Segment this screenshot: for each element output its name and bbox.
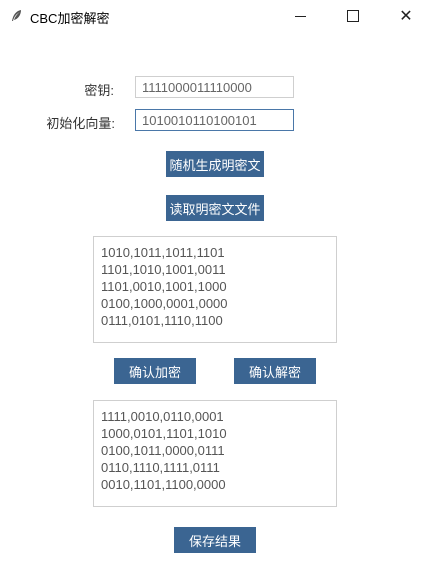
output-line: 1000,0101,1101,1010 [101,426,227,441]
input-line: 1101,1010,1001,0011 [101,262,226,277]
window-title: CBC加密解密 [30,11,110,26]
save-result-button[interactable]: 保存结果 [174,527,256,553]
output-textarea[interactable]: 1111,0010,0110,0001 1000,0101,1101,1010 … [93,400,337,507]
close-icon: ✕ [399,8,413,25]
key-label: 密钥: [84,83,114,98]
maximize-icon [347,10,359,22]
input-line: 0111,0101,1110,1100 [101,313,223,328]
close-button[interactable]: ✕ [383,0,429,32]
input-line: 0100,1000,0001,0000 [101,296,228,311]
input-textarea[interactable]: 1010,1011,1011,1101 1101,1010,1001,0011 … [93,236,337,343]
output-line: 0010,1101,1100,0000 [101,477,226,492]
decrypt-button[interactable]: 确认解密 [234,358,316,384]
minimize-button[interactable] [277,0,323,32]
key-input[interactable] [135,76,294,98]
input-line: 1101,0010,1001,1000 [101,279,227,294]
random-generate-button[interactable]: 随机生成明密文 [166,151,264,177]
output-line: 0100,1011,0000,0111 [101,443,225,458]
maximize-button[interactable] [330,0,376,32]
feather-icon [12,10,21,21]
output-line: 1111,0010,0110,0001 [101,409,224,424]
encrypt-button[interactable]: 确认加密 [114,358,196,384]
iv-input[interactable] [135,109,294,131]
iv-label: 初始化向量: [46,116,115,131]
output-line: 0110,1110,1111,0111 [101,460,220,475]
title-bar: CBC加密解密 ✕ [0,0,429,32]
read-file-button[interactable]: 读取明密文文件 [166,195,264,221]
minimize-icon [294,15,306,17]
input-line: 1010,1011,1011,1101 [101,245,225,260]
